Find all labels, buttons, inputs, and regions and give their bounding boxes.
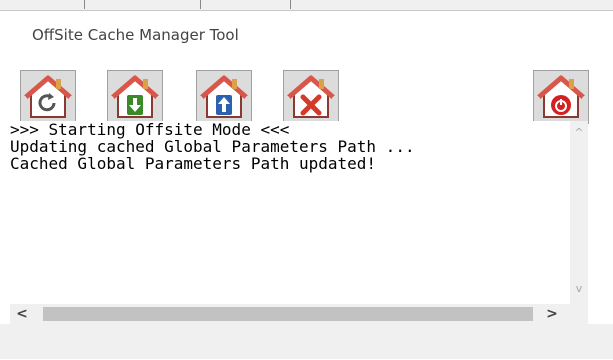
house-refresh-icon — [24, 75, 72, 118]
scroll-left-arrow-icon[interactable]: < — [12, 304, 32, 324]
upload-button[interactable] — [196, 70, 252, 124]
house-delete-icon — [287, 75, 335, 118]
scrollbar-corner — [570, 304, 588, 324]
house-download-icon — [111, 75, 159, 118]
delete-button[interactable] — [283, 70, 339, 124]
refresh-button[interactable] — [20, 70, 76, 124]
window-title: OffSite Cache Manager Tool — [32, 26, 239, 44]
bottom-area — [0, 324, 613, 359]
vertical-scrollbar[interactable]: ^ v — [570, 121, 588, 304]
horizontal-scroll-thumb[interactable] — [43, 307, 533, 321]
house-power-icon — [537, 75, 585, 118]
strip-tick — [84, 0, 85, 9]
console-line: Updating cached Global Parameters Path .… — [10, 137, 415, 156]
output-console[interactable]: >>> Starting Offsite Mode <<< Updating c… — [10, 121, 570, 304]
scroll-up-arrow-icon[interactable]: ^ — [570, 125, 588, 141]
console-line: >>> Starting Offsite Mode <<< — [10, 121, 290, 139]
toolbar — [0, 70, 613, 126]
scroll-right-arrow-icon[interactable]: > — [542, 304, 562, 324]
console-line: Cached Global Parameters Path updated! — [10, 154, 377, 173]
download-button[interactable] — [107, 70, 163, 124]
scroll-down-arrow-icon[interactable]: v — [570, 281, 588, 297]
house-upload-icon — [200, 75, 248, 118]
strip-tick — [290, 0, 291, 9]
horizontal-scrollbar[interactable]: < > — [10, 304, 570, 324]
power-button[interactable] — [533, 70, 589, 124]
strip-tick — [200, 0, 201, 9]
